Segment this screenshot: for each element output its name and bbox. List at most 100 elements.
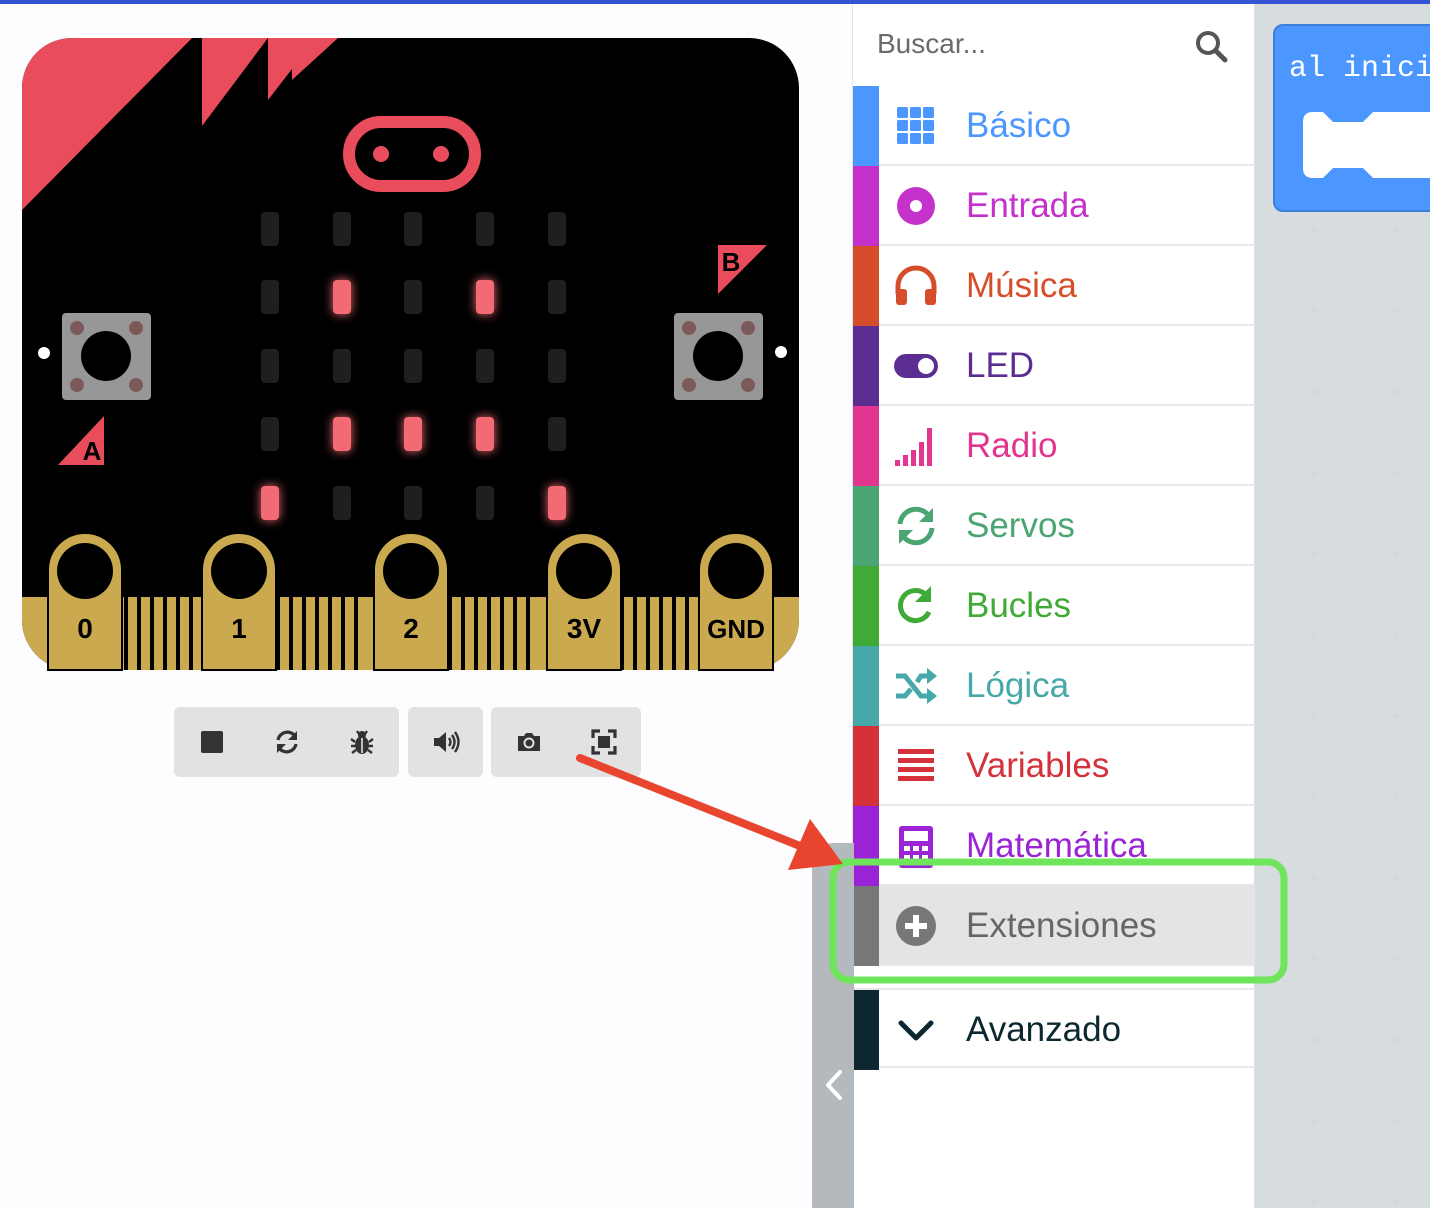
calculator-icon [899, 826, 933, 868]
led-off [333, 349, 351, 383]
refresh-icon [897, 506, 935, 546]
category-icon [893, 1008, 939, 1052]
led-off [261, 349, 279, 383]
category-extensiones[interactable]: Extensiones [853, 886, 1255, 966]
category-color-stripe [853, 990, 879, 1070]
led-off [404, 212, 422, 246]
sound-icon [433, 731, 460, 753]
grid-icon [897, 107, 934, 144]
category-led[interactable]: LED [853, 326, 1255, 406]
led-on [476, 280, 494, 314]
led-off [333, 486, 351, 520]
on-start-block[interactable]: al inicio [1273, 24, 1430, 212]
category-color-stripe [853, 726, 879, 806]
category-color-stripe [853, 886, 879, 966]
pin-3v[interactable]: 3V [546, 532, 622, 671]
on-start-block-label: al inicio [1289, 52, 1430, 86]
led-off [476, 486, 494, 520]
button-b-label: B [722, 247, 741, 277]
loop-icon [897, 586, 932, 623]
category-label: Entrada [966, 186, 1089, 225]
led-on [476, 417, 494, 451]
chevron-left-icon [826, 1070, 842, 1100]
search-icon[interactable] [1193, 28, 1229, 64]
pin-label: 2 [403, 613, 419, 644]
led-off [261, 417, 279, 451]
led-off [548, 212, 566, 246]
category-icon [893, 664, 939, 708]
mute-button[interactable] [408, 707, 483, 777]
category-servos[interactable]: Servos [853, 486, 1255, 566]
led-off [548, 280, 566, 314]
microbit-board: A B 0 1 2 3V GND [22, 38, 799, 671]
category-matematica[interactable]: Matemática [853, 806, 1255, 886]
category-color-stripe [853, 246, 879, 326]
signal-bars-icon [895, 428, 932, 466]
category-basico[interactable]: Básico [853, 86, 1255, 166]
camera-icon [517, 733, 540, 751]
category-radio[interactable]: Radio [853, 406, 1255, 486]
toolbox: Básico Entrada Música LED Radio Servos Bucles L… [852, 4, 1255, 1208]
category-color-stripe [853, 326, 879, 406]
led-off [548, 349, 566, 383]
category-color-stripe [853, 646, 879, 726]
category-avanzado[interactable]: Avanzado [853, 988, 1255, 1070]
category-logica[interactable]: Lógica [853, 646, 1255, 726]
stop-icon [200, 731, 223, 753]
pin-0[interactable]: 0 [47, 532, 123, 671]
category-label: Básico [966, 106, 1072, 145]
category-label: Servos [966, 506, 1075, 545]
button-a-label: A [83, 436, 102, 466]
category-color-stripe [853, 86, 879, 166]
category-bucles[interactable]: Bucles [853, 566, 1255, 646]
category-icon [893, 184, 939, 228]
category-icon [893, 424, 939, 468]
category-icon [893, 264, 939, 308]
debug-button[interactable] [324, 707, 399, 777]
category-variables[interactable]: Variables [853, 726, 1255, 806]
led-on [333, 280, 351, 314]
led-off [476, 349, 494, 383]
headphones-icon [895, 265, 937, 305]
shuffle-icon [896, 668, 937, 704]
category-icon [893, 104, 939, 148]
search-bar [853, 4, 1255, 86]
pin-1[interactable]: 1 [201, 532, 277, 671]
category-label: Extensiones [966, 906, 1157, 945]
category-color-stripe [853, 406, 879, 486]
pin-gnd[interactable]: GND [698, 532, 774, 671]
category-label: Variables [966, 746, 1110, 785]
blocks-workspace[interactable]: al inicio [1255, 4, 1430, 1208]
category-entrada[interactable]: Entrada [853, 166, 1255, 246]
pin-2[interactable]: 2 [373, 532, 449, 671]
simulator-toolbar-sound [408, 707, 483, 777]
debug-icon [349, 730, 374, 754]
collapse-simulator-button[interactable] [812, 843, 854, 1208]
fullscreen-icon [590, 729, 617, 755]
category-icon [893, 744, 939, 788]
screenshot-button[interactable] [491, 707, 566, 777]
toggle-icon [894, 354, 938, 378]
category-musica[interactable]: Música [853, 246, 1255, 326]
led-off [333, 212, 351, 246]
category-label: Bucles [966, 586, 1072, 625]
stop-button[interactable] [174, 707, 249, 777]
led-off [548, 417, 566, 451]
category-label: Lógica [966, 666, 1070, 705]
search-input[interactable] [877, 22, 1177, 66]
restart-button[interactable] [249, 707, 324, 777]
fullscreen-button[interactable] [566, 707, 641, 777]
pin-label: 1 [231, 613, 247, 644]
category-icon [893, 904, 939, 948]
category-icon [893, 344, 939, 388]
led-on [548, 486, 566, 520]
led-off [404, 486, 422, 520]
led-on [404, 417, 422, 451]
led-off [404, 349, 422, 383]
category-label: Matemática [966, 826, 1147, 865]
category-label: Avanzado [966, 1010, 1122, 1049]
led-off [476, 212, 494, 246]
chevron-down-icon [898, 1020, 934, 1041]
category-color-stripe [853, 566, 879, 646]
pin-label: 3V [567, 613, 602, 644]
